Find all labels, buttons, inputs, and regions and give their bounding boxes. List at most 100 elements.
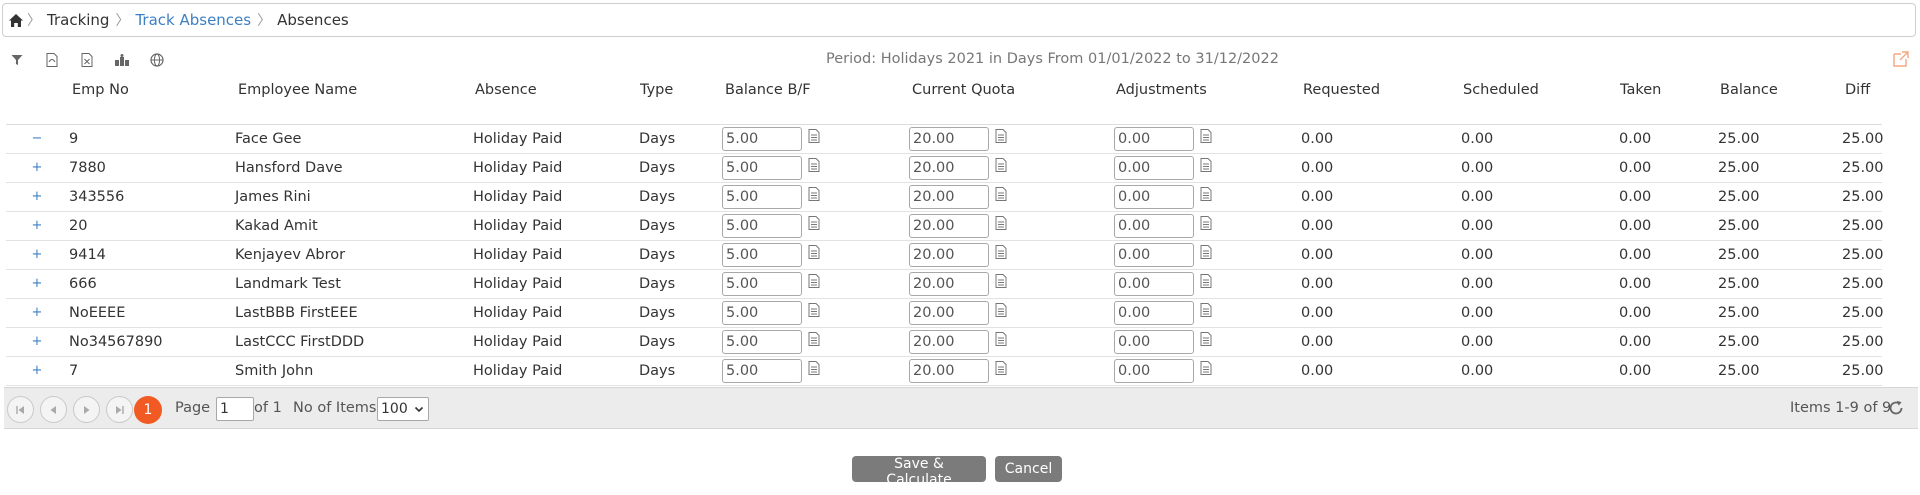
note-icon[interactable] <box>995 361 1009 377</box>
open-external-icon[interactable] <box>1892 50 1910 68</box>
note-icon[interactable] <box>1200 187 1214 203</box>
first-page-button[interactable] <box>7 396 34 423</box>
refresh-icon[interactable] <box>1888 400 1906 418</box>
current-quota-input[interactable] <box>909 156 989 180</box>
breadcrumb-item-tracking[interactable]: Tracking <box>43 11 113 29</box>
balance-bf-input[interactable] <box>722 243 802 267</box>
items-per-page-select[interactable]: 100 <box>377 397 429 421</box>
last-page-button[interactable] <box>106 396 133 423</box>
globe-icon[interactable] <box>146 51 168 69</box>
balance-bf-input[interactable] <box>722 359 802 383</box>
adjustments-input[interactable] <box>1114 127 1194 151</box>
balance-bf-input[interactable] <box>722 272 802 296</box>
cancel-button[interactable]: Cancel <box>995 456 1062 482</box>
breadcrumb-item-track-absences[interactable]: Track Absences <box>131 11 255 29</box>
balance-bf-input[interactable] <box>722 127 802 151</box>
expand-row-icon[interactable]: + <box>30 334 44 349</box>
note-icon[interactable] <box>995 216 1009 232</box>
note-icon[interactable] <box>1200 158 1214 174</box>
balance-bf-input[interactable] <box>722 214 802 238</box>
note-icon[interactable] <box>1200 361 1214 377</box>
adjustments-input[interactable] <box>1114 359 1194 383</box>
note-icon[interactable] <box>1200 245 1214 261</box>
requested-cell: 0.00 <box>1301 131 1334 147</box>
column-header-emp-no[interactable]: Emp No <box>72 82 129 98</box>
taken-cell: 0.00 <box>1619 131 1652 147</box>
adjustments-input[interactable] <box>1114 185 1194 209</box>
note-icon[interactable] <box>995 332 1009 348</box>
note-icon[interactable] <box>1200 274 1214 290</box>
filter-icon[interactable] <box>6 51 28 69</box>
adjustments-input[interactable] <box>1114 214 1194 238</box>
note-icon[interactable] <box>808 361 822 377</box>
diff-cell: 25.00 <box>1842 160 1884 176</box>
column-header-absence[interactable]: Absence <box>475 82 537 98</box>
group-icon[interactable] <box>111 51 133 69</box>
next-page-button[interactable] <box>73 396 100 423</box>
expand-row-icon[interactable]: + <box>30 160 44 175</box>
note-icon[interactable] <box>995 245 1009 261</box>
note-icon[interactable] <box>808 158 822 174</box>
taken-cell: 0.00 <box>1619 363 1652 379</box>
note-icon[interactable] <box>995 274 1009 290</box>
current-page-badge[interactable]: 1 <box>134 396 162 424</box>
column-header-balance[interactable]: Balance <box>1720 82 1778 98</box>
note-icon[interactable] <box>808 187 822 203</box>
column-header-requested[interactable]: Requested <box>1303 82 1380 98</box>
adjustments-input[interactable] <box>1114 301 1194 325</box>
note-icon[interactable] <box>1200 216 1214 232</box>
adjustments-input[interactable] <box>1114 272 1194 296</box>
current-quota-input[interactable] <box>909 272 989 296</box>
note-icon[interactable] <box>995 303 1009 319</box>
column-header-diff[interactable]: Diff <box>1845 82 1870 98</box>
save-and-calculate-button[interactable]: Save & Calculate <box>852 456 986 488</box>
adjustments-input[interactable] <box>1114 156 1194 180</box>
note-icon[interactable] <box>808 303 822 319</box>
column-header-scheduled[interactable]: Scheduled <box>1463 82 1539 98</box>
home-icon[interactable] <box>7 11 25 29</box>
collapse-row-icon[interactable]: − <box>30 131 44 146</box>
note-icon[interactable] <box>995 158 1009 174</box>
column-header-balance-bf[interactable]: Balance B/F <box>725 82 811 98</box>
current-quota-input[interactable] <box>909 359 989 383</box>
current-quota-input[interactable] <box>909 214 989 238</box>
column-header-type[interactable]: Type <box>640 82 673 98</box>
current-quota-input[interactable] <box>909 330 989 354</box>
note-icon[interactable] <box>808 274 822 290</box>
column-header-adjustments[interactable]: Adjustments <box>1116 82 1207 98</box>
balance-bf-input[interactable] <box>722 301 802 325</box>
note-icon[interactable] <box>995 129 1009 145</box>
note-icon[interactable] <box>808 245 822 261</box>
expand-row-icon[interactable]: + <box>30 218 44 233</box>
current-quota-input[interactable] <box>909 243 989 267</box>
balance-bf-input[interactable] <box>722 185 802 209</box>
column-header-employee-name[interactable]: Employee Name <box>238 82 357 98</box>
adjustments-input[interactable] <box>1114 330 1194 354</box>
expand-row-icon[interactable]: + <box>30 247 44 262</box>
previous-page-button[interactable] <box>40 396 67 423</box>
note-icon[interactable] <box>808 332 822 348</box>
note-icon[interactable] <box>1200 129 1214 145</box>
balance-bf-input[interactable] <box>722 330 802 354</box>
excel-icon[interactable] <box>76 51 98 69</box>
column-header-current-quota[interactable]: Current Quota <box>912 82 1015 98</box>
adjustments-input[interactable] <box>1114 243 1194 267</box>
expand-row-icon[interactable]: + <box>30 305 44 320</box>
expand-row-icon[interactable]: + <box>30 276 44 291</box>
current-quota-input[interactable] <box>909 301 989 325</box>
note-icon[interactable] <box>995 187 1009 203</box>
current-quota-input[interactable] <box>909 185 989 209</box>
column-header-taken[interactable]: Taken <box>1620 82 1661 98</box>
scheduled-cell: 0.00 <box>1461 276 1494 292</box>
pdf-icon[interactable] <box>41 51 63 69</box>
note-icon[interactable] <box>1200 332 1214 348</box>
note-icon[interactable] <box>808 129 822 145</box>
current-quota-input[interactable] <box>909 127 989 151</box>
page-number-input[interactable] <box>216 397 254 421</box>
note-icon[interactable] <box>1200 303 1214 319</box>
requested-cell: 0.00 <box>1301 276 1334 292</box>
expand-row-icon[interactable]: + <box>30 363 44 378</box>
note-icon[interactable] <box>808 216 822 232</box>
expand-row-icon[interactable]: + <box>30 189 44 204</box>
balance-bf-input[interactable] <box>722 156 802 180</box>
